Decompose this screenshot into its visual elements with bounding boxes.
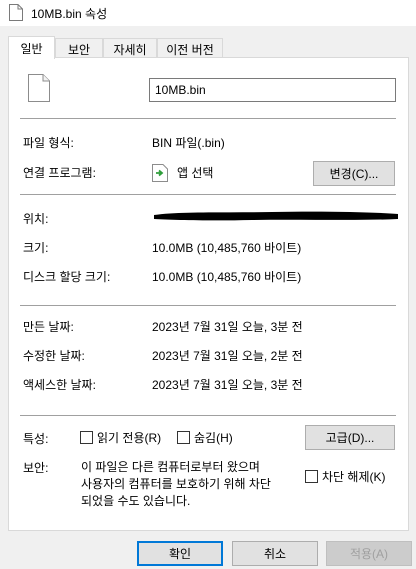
readonly-checkbox[interactable]: 읽기 전용(R) <box>80 429 161 446</box>
created-label: 만든 날짜: <box>23 320 74 334</box>
open-with-value: 앱 선택 <box>177 166 214 180</box>
security-label: 보안: <box>23 461 49 475</box>
security-message-line: 되었을 수도 있습니다. <box>81 494 191 508</box>
separator <box>20 118 396 119</box>
size-on-disk-label: 디스크 할당 크기: <box>23 270 111 284</box>
tab-previous-versions[interactable]: 이전 버전 <box>157 38 223 58</box>
attributes-label: 특성: <box>23 432 49 446</box>
advanced-button[interactable]: 고급(D)... <box>305 425 395 450</box>
file-icon <box>9 4 23 21</box>
security-message-line: 이 파일은 다른 컴퓨터로부터 왔으며 <box>81 460 260 474</box>
apply-button[interactable]: 적용(A) <box>326 541 412 566</box>
file-type-value: BIN 파일(.bin) <box>152 136 225 150</box>
cancel-button[interactable]: 취소 <box>232 541 318 566</box>
window-title: 10MB.bin 속성 <box>31 7 108 21</box>
hidden-checkbox-label: 숨김(H) <box>194 431 233 445</box>
unblock-checkbox-label: 차단 해제(K) <box>322 470 386 484</box>
security-message-line: 사용자의 컴퓨터를 보호하기 위해 차단 <box>81 477 271 491</box>
title-bar: 10MB.bin 속성 <box>0 0 416 26</box>
size-label: 크기: <box>23 241 49 255</box>
hidden-checkbox-box[interactable] <box>177 431 190 444</box>
location-label: 위치: <box>23 212 49 226</box>
separator <box>20 305 396 306</box>
readonly-checkbox-label: 읽기 전용(R) <box>97 431 162 445</box>
size-value: 10.0MB (10,485,760 바이트) <box>152 241 302 255</box>
redaction-mark <box>154 211 398 221</box>
size-on-disk-value: 10.0MB (10,485,760 바이트) <box>152 270 302 284</box>
tab-general[interactable]: 일반 <box>8 36 55 59</box>
separator <box>20 415 396 416</box>
file-icon <box>28 74 50 102</box>
hidden-checkbox[interactable]: 숨김(H) <box>177 429 233 446</box>
separator <box>20 194 396 195</box>
open-with-label: 연결 프로그램: <box>23 166 96 180</box>
created-value: 2023년 7월 31일 오늘, 3분 전 <box>152 320 303 334</box>
accessed-value: 2023년 7월 31일 오늘, 3분 전 <box>152 378 303 392</box>
security-message: 이 파일은 다른 컴퓨터로부터 왔으며 사용자의 컴퓨터를 보호하기 위해 차단… <box>81 459 301 510</box>
modified-value: 2023년 7월 31일 오늘, 2분 전 <box>152 349 303 363</box>
readonly-checkbox-box[interactable] <box>80 431 93 444</box>
open-with-arrow-icon <box>152 164 168 182</box>
file-name-input[interactable] <box>149 78 396 102</box>
tab-details[interactable]: 자세히 <box>103 38 157 58</box>
accessed-label: 액세스한 날짜: <box>23 378 96 392</box>
ok-button[interactable]: 확인 <box>137 541 223 566</box>
unblock-checkbox[interactable]: 차단 해제(K) <box>305 468 386 485</box>
change-button[interactable]: 변경(C)... <box>313 161 395 186</box>
unblock-checkbox-box[interactable] <box>305 470 318 483</box>
file-type-label: 파일 형식: <box>23 136 74 150</box>
modified-label: 수정한 날짜: <box>23 349 85 363</box>
tab-security[interactable]: 보안 <box>55 38 103 58</box>
